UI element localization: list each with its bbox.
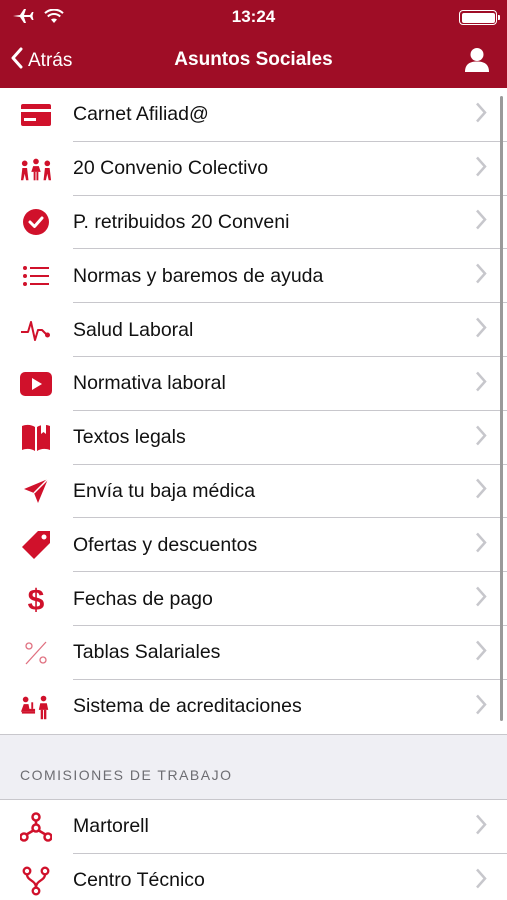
accreditation-icon [20, 691, 52, 723]
menu-item-label: P. retribuidos 20 Conveni [73, 210, 290, 233]
chevron-right-icon [475, 263, 487, 290]
user-icon [465, 48, 489, 77]
menu-item-label: Normativa laboral [73, 372, 226, 395]
menu-item-label: Carnet Afiliad@ [73, 103, 209, 126]
nav-bar: Atrás Asuntos Sociales [0, 40, 507, 84]
menu-item-fechas[interactable]: $ Fechas de pago [0, 572, 507, 626]
menu-list: Carnet Afiliad@ 20 Convenio Colectivo P.… [0, 88, 507, 735]
list-item-label: Centro Técnico [73, 869, 205, 892]
video-play-icon [20, 368, 52, 400]
menu-item-label: Envía tu baja médica [73, 479, 256, 502]
user-profile-button[interactable] [465, 47, 489, 78]
chevron-right-icon [475, 813, 487, 840]
send-icon [20, 475, 52, 507]
status-time: 13:24 [231, 7, 276, 26]
section-header-comisiones: COMISIONES DE TRABAJO [20, 767, 233, 783]
chevron-right-icon [475, 867, 487, 894]
scrollbar[interactable] [500, 96, 503, 721]
menu-item-label: Ofertas y descuentos [73, 533, 258, 556]
menu-item-textos[interactable]: Textos legals [0, 411, 507, 465]
menu-item-label: 20 Convenio Colectivo [73, 157, 269, 180]
menu-item-label: Normas y baremos de ayuda [73, 264, 324, 287]
menu-item-convenio[interactable]: 20 Convenio Colectivo [0, 142, 507, 196]
network-icon [20, 811, 52, 843]
heartbeat-icon [20, 314, 52, 346]
chevron-right-icon [475, 478, 487, 505]
menu-item-baja[interactable]: Envía tu baja médica [0, 465, 507, 519]
menu-item-label: Fechas de pago [73, 587, 213, 610]
list-item-martorell[interactable]: Martorell [0, 800, 507, 854]
menu-item-permisos[interactable]: P. retribuidos 20 Conveni [0, 196, 507, 250]
list-icon [20, 260, 52, 292]
chevron-right-icon [475, 209, 487, 236]
card-icon [20, 99, 52, 131]
list-item-label: Martorell [73, 815, 149, 838]
chevron-right-icon [475, 101, 487, 128]
menu-item-carnet[interactable]: Carnet Afiliad@ [0, 88, 507, 142]
chevron-right-icon [475, 317, 487, 344]
menu-item-normativa[interactable]: Normativa laboral [0, 357, 507, 411]
chevron-right-icon [475, 586, 487, 613]
percent-icon [20, 637, 52, 669]
battery-icon [459, 10, 500, 25]
list-item-centro-tecnico[interactable]: Centro Técnico [0, 854, 507, 900]
menu-item-salud[interactable]: Salud Laboral [0, 303, 507, 357]
menu-item-normas[interactable]: Normas y baremos de ayuda [0, 249, 507, 304]
menu-item-label: Textos legals [73, 426, 186, 449]
comisiones-list: Martorell Centro Técnico [0, 799, 507, 900]
dollar-icon: $ [20, 583, 52, 615]
people-icon [20, 153, 52, 185]
chevron-right-icon [475, 370, 487, 397]
checkmark-circle-icon [20, 206, 52, 238]
svg-text:$: $ [28, 584, 45, 614]
menu-item-tablas[interactable]: Tablas Salariales [0, 626, 507, 680]
chevron-right-icon [475, 693, 487, 720]
chevron-right-icon [475, 532, 487, 559]
branch-icon [20, 865, 52, 897]
menu-item-sistema[interactable]: Sistema de acreditaciones [0, 680, 507, 734]
menu-item-label: Sistema de acreditaciones [73, 695, 302, 718]
app-header: 13:24 Atrás Asuntos Sociales [0, 0, 507, 88]
menu-item-label: Salud Laboral [73, 318, 194, 341]
menu-item-ofertas[interactable]: Ofertas y descuentos [0, 518, 507, 573]
chevron-right-icon [475, 155, 487, 182]
chevron-right-icon [475, 424, 487, 451]
status-bar: 13:24 [0, 0, 507, 36]
book-icon [20, 422, 52, 454]
page-title: Asuntos Sociales [174, 49, 333, 70]
chevron-right-icon [475, 639, 487, 666]
menu-item-label: Tablas Salariales [73, 641, 221, 664]
tag-icon [20, 529, 52, 561]
